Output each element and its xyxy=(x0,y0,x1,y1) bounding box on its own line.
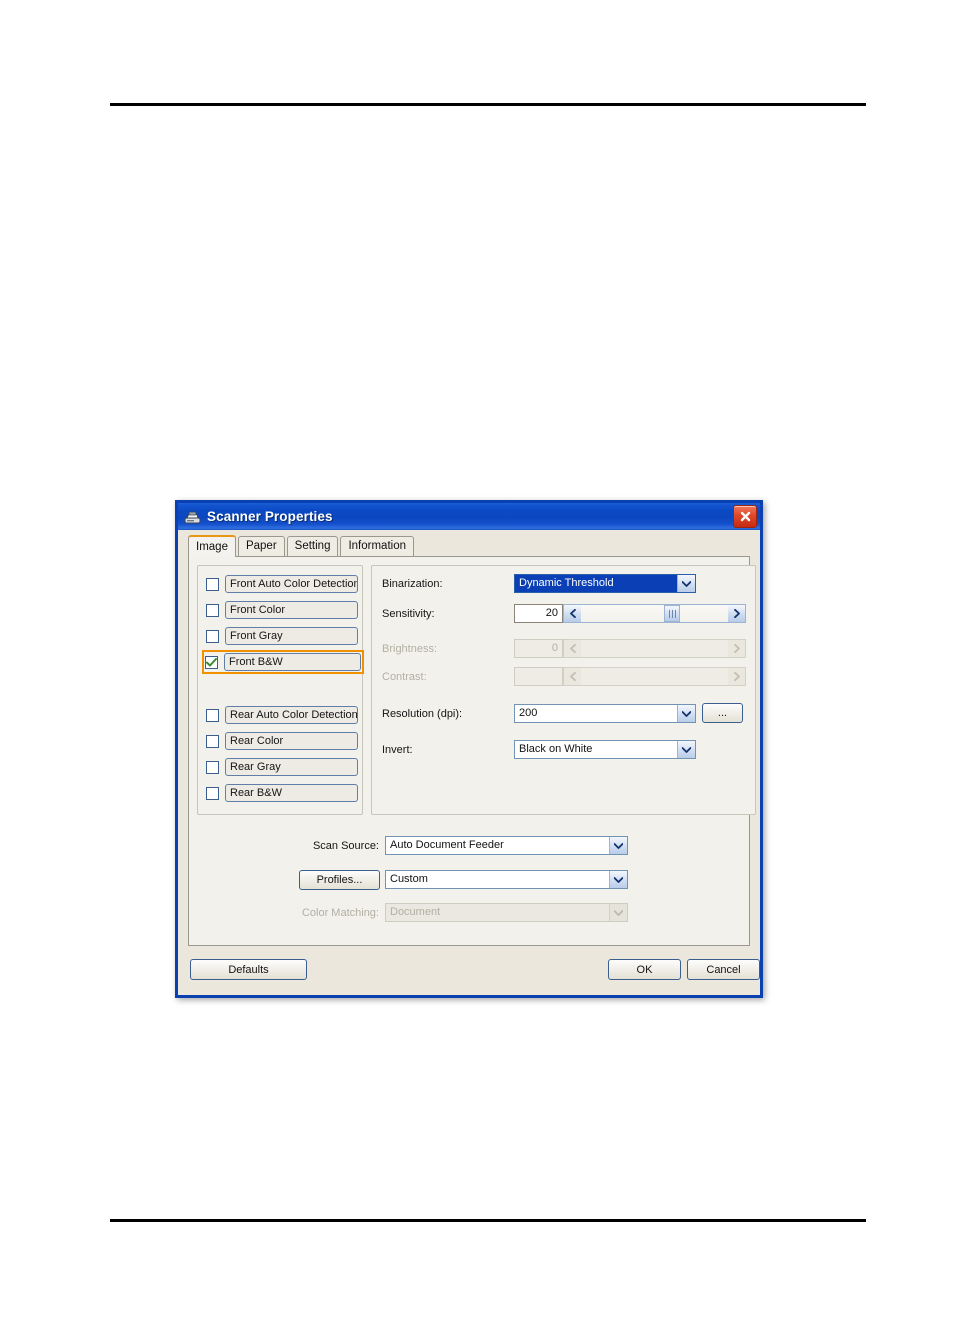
contrast-increase-icon xyxy=(728,668,745,685)
chevron-down-icon[interactable] xyxy=(609,837,627,854)
color-matching-combo: Document xyxy=(385,903,628,922)
label-front-bw: Front B&W xyxy=(224,653,361,671)
label-front-auto-color-detection: Front Auto Color Detection xyxy=(225,575,358,593)
color-matching-value: Document xyxy=(390,906,441,918)
label-scan-source: Scan Source: xyxy=(312,840,379,852)
checkbox-row-front-bw[interactable]: Front B&W xyxy=(202,650,364,674)
tab-setting[interactable]: Setting xyxy=(286,536,339,556)
chevron-down-icon[interactable] xyxy=(677,575,695,592)
thumb-grip-icon xyxy=(668,609,676,618)
label-sensitivity: Sensitivity: xyxy=(382,608,435,620)
sensitivity-increase-icon[interactable] xyxy=(728,605,745,622)
invert-value: Black on White xyxy=(519,743,593,755)
contrast-value-field xyxy=(514,667,563,686)
brightness-track xyxy=(581,640,728,657)
label-binarization: Binarization: xyxy=(382,578,443,590)
checkbox-rear-bw[interactable] xyxy=(206,786,219,800)
checkbox-front-bw[interactable] xyxy=(205,655,218,669)
checkbox-rear-color[interactable] xyxy=(206,734,219,748)
image-settings-group: Binarization: Dynamic Threshold Sensitiv… xyxy=(371,565,756,815)
profiles-button[interactable]: Profiles... xyxy=(299,870,380,890)
sensitivity-decrease-icon[interactable] xyxy=(564,605,581,622)
dialog-title: Scanner Properties xyxy=(207,509,333,524)
profiles-combo[interactable]: Custom xyxy=(385,870,628,889)
checkbox-row-rear-color[interactable]: Rear Color xyxy=(206,732,358,750)
label-brightness: Brightness: xyxy=(382,643,438,655)
chevron-down-icon[interactable] xyxy=(609,871,627,888)
checkbox-rear-gray[interactable] xyxy=(206,760,219,774)
checkbox-row-front-gray[interactable]: Front Gray xyxy=(206,627,358,645)
label-rear-color: Rear Color xyxy=(225,732,358,750)
scanner-properties-dialog: Scanner Properties Image Paper Setting I… xyxy=(175,500,763,998)
brightness-slider xyxy=(563,639,746,658)
contrast-decrease-icon xyxy=(564,668,581,685)
page-footer-rule xyxy=(110,1219,866,1222)
checkbox-front-color[interactable] xyxy=(206,603,219,617)
scan-source-combo[interactable]: Auto Document Feeder xyxy=(385,836,628,855)
brightness-decrease-icon xyxy=(564,640,581,657)
tab-information[interactable]: Information xyxy=(340,536,414,556)
sensitivity-track[interactable] xyxy=(581,605,728,622)
scanner-icon xyxy=(184,510,201,526)
checkbox-row-front-color[interactable]: Front Color xyxy=(206,601,358,619)
brightness-value-field: 0 xyxy=(514,639,563,658)
label-contrast: Contrast: xyxy=(382,671,427,683)
label-resolution: Resolution (dpi): xyxy=(382,708,463,720)
binarization-value: Dynamic Threshold xyxy=(515,575,677,592)
label-front-gray: Front Gray xyxy=(225,627,358,645)
checkbox-row-front-auto-color-detection[interactable]: Front Auto Color Detection xyxy=(206,575,358,593)
chevron-down-icon xyxy=(609,904,627,921)
label-rear-gray: Rear Gray xyxy=(225,758,358,776)
checkbox-row-rear-gray[interactable]: Rear Gray xyxy=(206,758,358,776)
contrast-track xyxy=(581,668,728,685)
close-icon[interactable] xyxy=(733,505,757,528)
cancel-button[interactable]: Cancel xyxy=(687,959,760,980)
tab-strip: Image Paper Setting Information xyxy=(178,530,760,557)
binarization-combo[interactable]: Dynamic Threshold xyxy=(514,574,696,593)
page-header-rule xyxy=(110,103,866,106)
sensitivity-thumb[interactable] xyxy=(664,605,681,622)
dialog-titlebar[interactable]: Scanner Properties xyxy=(178,503,760,530)
ok-button[interactable]: OK xyxy=(608,959,681,980)
brightness-increase-icon xyxy=(728,640,745,657)
resolution-combo[interactable]: 200 xyxy=(514,704,696,723)
checkbox-front-auto-color-detection[interactable] xyxy=(206,577,219,591)
chevron-down-icon[interactable] xyxy=(677,741,695,758)
resolution-more-button[interactable]: ... xyxy=(702,703,743,723)
label-front-color: Front Color xyxy=(225,601,358,619)
contrast-slider xyxy=(563,667,746,686)
profiles-value: Custom xyxy=(390,873,428,885)
tab-image[interactable]: Image xyxy=(188,535,236,557)
checkbox-front-gray[interactable] xyxy=(206,629,219,643)
label-invert: Invert: xyxy=(382,744,413,756)
checkbox-rear-auto-color-detection[interactable] xyxy=(206,708,219,722)
tab-panel-image: Front Auto Color Detection Front Color F… xyxy=(188,556,756,946)
label-color-matching: Color Matching: xyxy=(301,907,379,919)
chevron-down-icon[interactable] xyxy=(677,705,695,722)
tab-paper[interactable]: Paper xyxy=(237,536,285,556)
resolution-value: 200 xyxy=(519,707,538,719)
label-rear-auto-color-detection: Rear Auto Color Detection xyxy=(225,706,358,724)
sensitivity-value-field[interactable]: 20 xyxy=(514,604,563,623)
checkbox-row-rear-auto-color-detection[interactable]: Rear Auto Color Detection xyxy=(206,706,358,724)
scan-source-value: Auto Document Feeder xyxy=(390,839,504,851)
checkbox-row-rear-bw[interactable]: Rear B&W xyxy=(206,784,358,802)
label-rear-bw: Rear B&W xyxy=(225,784,358,802)
sensitivity-slider[interactable] xyxy=(563,604,746,623)
image-channel-group: Front Auto Color Detection Front Color F… xyxy=(197,565,364,815)
defaults-button[interactable]: Defaults xyxy=(190,959,307,980)
invert-combo[interactable]: Black on White xyxy=(514,740,696,759)
dialog-footer: Defaults OK Cancel xyxy=(178,949,760,995)
